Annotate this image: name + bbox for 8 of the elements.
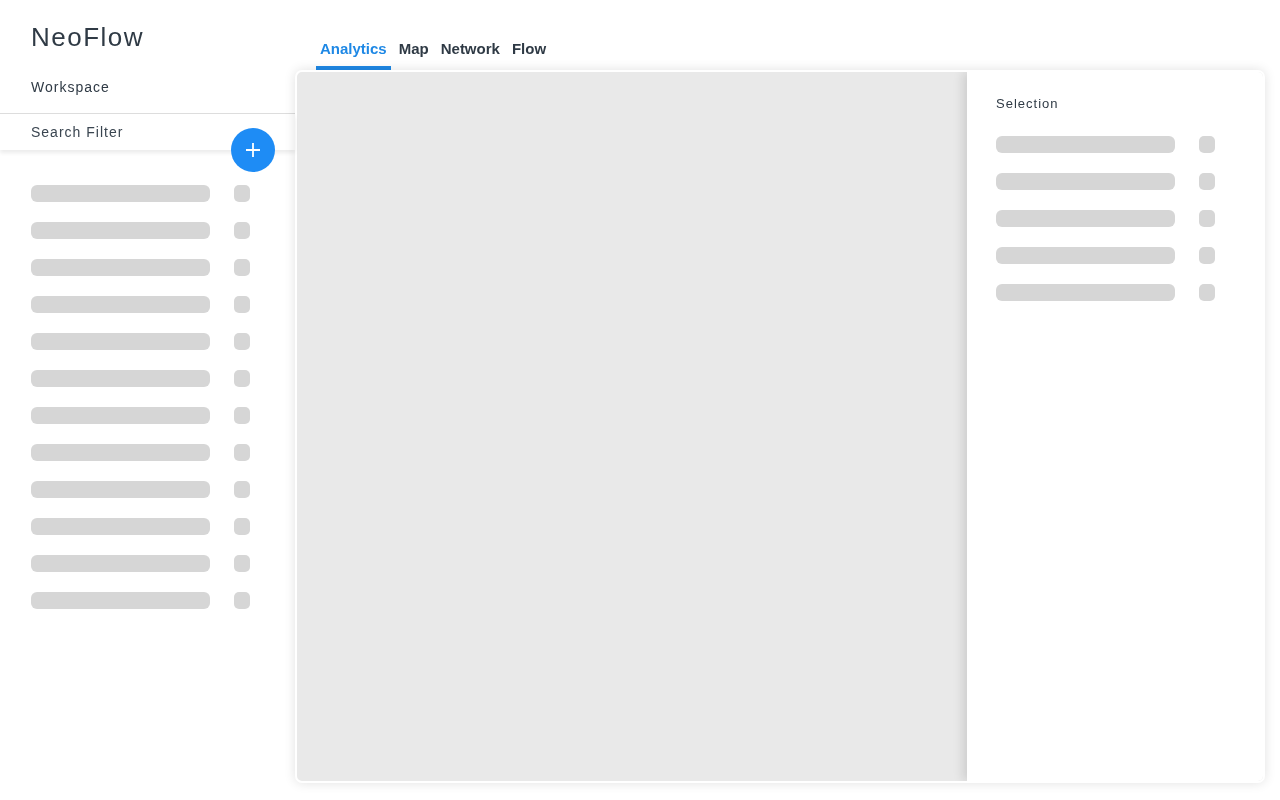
tab[interactable]: Flow — [507, 0, 551, 70]
plus-icon — [245, 142, 261, 158]
app-logo: NeoFlow — [30, 21, 146, 54]
search-field[interactable]: Search Filter — [0, 114, 231, 150]
panel-title: Selection — [996, 96, 1060, 113]
add-button[interactable] — [231, 128, 275, 172]
tab[interactable]: Network — [436, 0, 504, 70]
tab[interactable]: Map — [394, 0, 433, 70]
